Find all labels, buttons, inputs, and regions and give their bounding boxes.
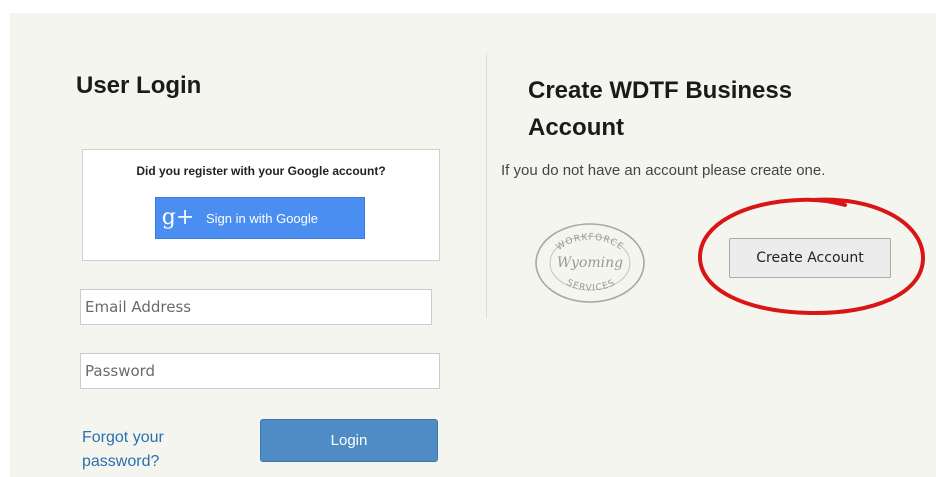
- seal-middle-text: Wyoming: [557, 255, 623, 271]
- google-signin-button[interactable]: g+ Sign in with Google: [155, 197, 365, 239]
- create-account-description: If you do not have an account please cre…: [501, 162, 826, 179]
- workforce-services-seal-logo: WORKFORCE Wyoming SERVICES: [535, 223, 645, 303]
- svg-text:SERVICES: SERVICES: [565, 278, 617, 294]
- login-button[interactable]: Login: [260, 419, 438, 462]
- forgot-password-link[interactable]: Forgot your password?: [82, 426, 212, 474]
- google-signin-label: Sign in with Google: [206, 210, 319, 226]
- seal-top-text: WORKFORCE: [555, 233, 625, 253]
- google-plus-icon: g+: [161, 205, 195, 230]
- section-divider: [486, 53, 487, 318]
- create-account-button[interactable]: Create Account: [729, 238, 891, 278]
- svg-text:WORKFORCE: WORKFORCE: [555, 233, 626, 253]
- google-question-text: Did you register with your Google accoun…: [136, 164, 386, 178]
- email-field[interactable]: [80, 289, 432, 325]
- create-account-heading: Create WDTF Business Account: [528, 77, 793, 141]
- password-field[interactable]: [80, 353, 440, 389]
- google-signin-box: Did you register with your Google accoun…: [82, 149, 440, 261]
- seal-bottom-text: SERVICES: [565, 278, 616, 294]
- user-login-heading: User Login: [76, 72, 202, 99]
